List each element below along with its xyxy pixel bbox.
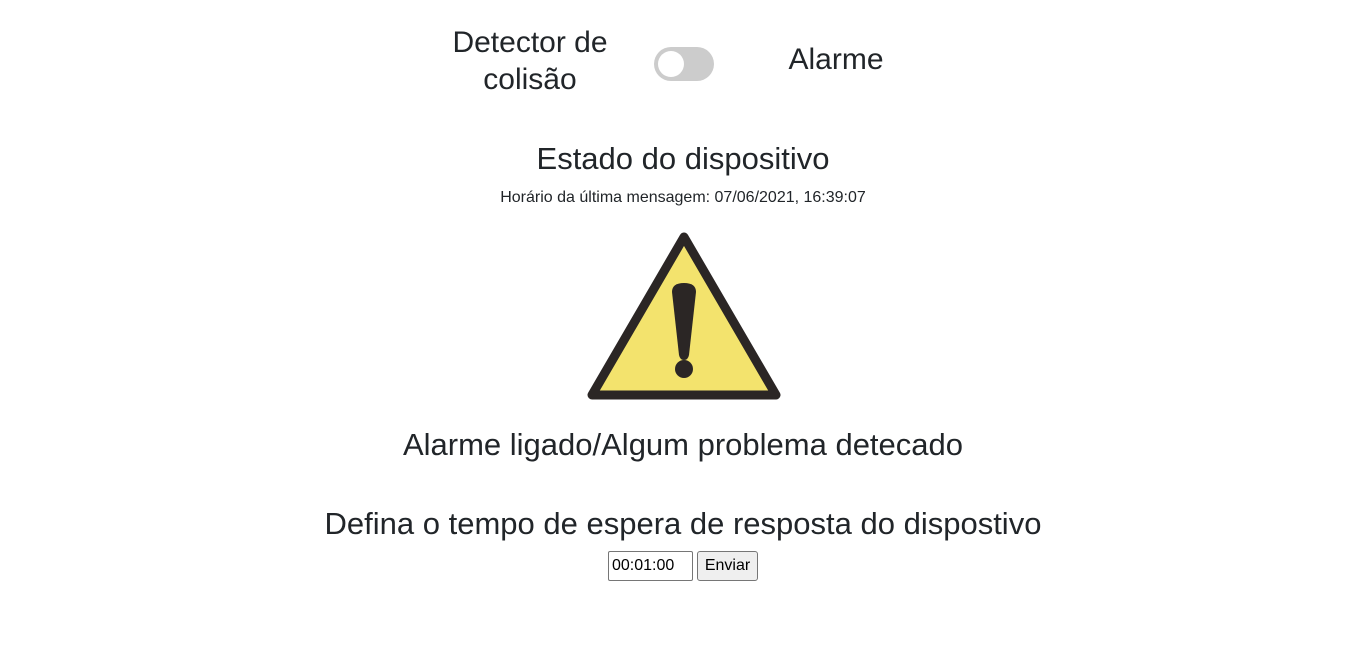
collision-detector-label: Detector de colisão (452, 26, 608, 96)
send-button[interactable]: Enviar (697, 551, 758, 581)
warning-icon (586, 229, 782, 401)
toggle-knob (658, 51, 684, 77)
timeout-title: Defina o tempo de espera de resposta do … (324, 506, 1042, 541)
device-status-title: Estado do dispositivo (536, 141, 830, 176)
mode-toggle-switch[interactable] (654, 47, 714, 81)
mode-switch-row: Detector de colisão Alarme (0, 24, 1366, 100)
alarm-label: Alarme (788, 43, 884, 76)
device-status-text: Alarme ligado/Algum problema detecado (402, 427, 964, 462)
timeout-input[interactable] (608, 551, 693, 581)
last-message-time: Horário da última mensagem: 07/06/2021, … (500, 189, 866, 206)
page: Detector de colisão Alarme Estado do dis… (0, 0, 1366, 650)
